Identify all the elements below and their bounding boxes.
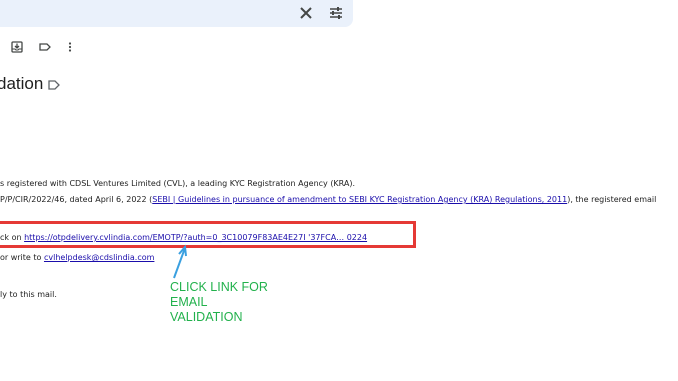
- more-vert-icon[interactable]: [63, 40, 77, 54]
- move-to-inbox-icon[interactable]: [10, 40, 24, 54]
- label-important-icon[interactable]: [47, 79, 61, 91]
- highlight-box: [0, 221, 416, 248]
- annotation-line: EMAIL: [170, 295, 208, 309]
- circular-text: P/P/CIR/2022/46, dated April 6, 2022 (: [0, 195, 153, 204]
- annotation-line: VALIDATION: [170, 310, 243, 324]
- pointer-arrow-icon: [173, 244, 187, 279]
- close-icon[interactable]: [297, 4, 315, 22]
- annotation-text: CLICK LINK FOR EMAIL VALIDATION: [170, 280, 268, 325]
- email-subject: dation: [0, 74, 44, 93]
- label-icon[interactable]: [38, 40, 52, 54]
- circular-suffix: ), the registered email: [567, 195, 657, 204]
- tune-icon[interactable]: [327, 4, 345, 22]
- body-line-circular: P/P/CIR/2022/46, dated April 6, 2022 (SE…: [0, 195, 656, 204]
- body-line-helpdesk: or write to cvlhelpdesk@cdslindia.com: [0, 253, 154, 262]
- sebi-guidelines-link[interactable]: SEBI | Guidelines in pursuance of amendm…: [152, 195, 567, 204]
- body-line-registration: s registered with CDSL Ventures Limited …: [0, 179, 356, 188]
- search-bar: [0, 0, 353, 27]
- write-to-text: or write to: [0, 253, 44, 262]
- body-line-noreply: ly to this mail.: [0, 290, 57, 299]
- annotation-line: CLICK LINK FOR: [170, 280, 268, 294]
- helpdesk-email-link[interactable]: cvlhelpdesk@cdslindia.com: [44, 253, 154, 262]
